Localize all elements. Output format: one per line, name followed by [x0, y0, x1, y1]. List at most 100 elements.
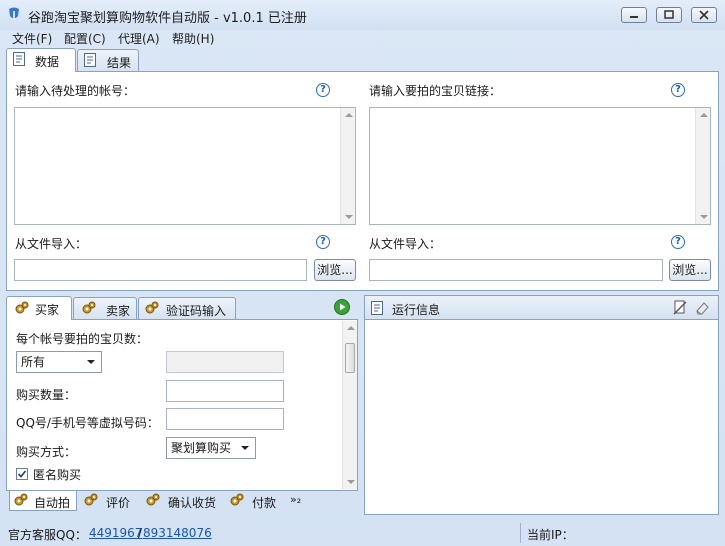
tab-captcha[interactable]: 验证码输入 — [138, 297, 236, 319]
import-label-left: 从文件导入： — [15, 237, 88, 251]
close-icon — [699, 10, 709, 20]
gear-icon — [84, 493, 98, 506]
document-icon — [13, 52, 25, 66]
purchase-method-label: 购买方式： — [16, 445, 77, 459]
tab-result[interactable]: 结果 — [77, 49, 139, 71]
tab-auto-buy[interactable]: 自动拍 — [9, 491, 77, 511]
anonymous-label: 匿名购买 — [33, 468, 82, 482]
document-icon — [84, 53, 96, 67]
accounts-textarea[interactable] — [14, 107, 356, 225]
import-file-input-right[interactable] — [369, 259, 663, 281]
gear-icon — [14, 493, 28, 506]
links-textarea[interactable] — [369, 107, 711, 225]
items-per-account-label: 每个帐号要拍的宝贝数： — [16, 332, 149, 346]
support-qq-link-2[interactable]: 893148076 — [143, 526, 212, 540]
tab-data[interactable]: 数据 — [6, 48, 76, 72]
buyer-panel: 每个帐号要拍的宝贝数： 所有 购买数量： QQ号/手机号等虚拟号码： 购买方式：… — [6, 319, 358, 491]
tab-result-label: 结果 — [107, 56, 132, 70]
menu-config[interactable]: 配置(C) — [64, 30, 106, 47]
items-per-account-value: 所有 — [21, 355, 46, 369]
support-qq-link-1[interactable]: 4491967 — [89, 526, 142, 540]
scroll-up-icon[interactable] — [345, 113, 353, 117]
support-qq-label: 官方客服QQ： — [8, 528, 87, 542]
minimize-icon — [630, 16, 638, 18]
items-count-input — [166, 351, 284, 373]
minimize-button[interactable] — [621, 7, 647, 23]
app-window: 谷跑淘宝聚划算购物软件自动版 - v1.0.1 已注册 文件(F) 配置(C) … — [0, 0, 725, 546]
menu-file[interactable]: 文件(F) — [12, 30, 52, 47]
menu-help[interactable]: 帮助(H) — [172, 30, 214, 47]
accounts-label: 请输入待处理的帐号： — [15, 84, 136, 98]
tab-payment-label: 付款 — [252, 496, 277, 510]
scrollbar[interactable] — [340, 108, 355, 224]
gear-icon — [145, 301, 159, 314]
gear-icon — [230, 493, 244, 506]
overflow-chevron-icon: »₂ — [290, 493, 302, 506]
import-file-input-left[interactable] — [14, 259, 307, 281]
scrollbar[interactable] — [695, 108, 710, 224]
tab-auto-buy-label: 自动拍 — [34, 496, 71, 510]
tab-seller-label: 卖家 — [106, 304, 131, 318]
run-info-title: 运行信息 — [392, 303, 441, 317]
import-label-right: 从文件导入： — [369, 237, 442, 251]
scroll-down-icon[interactable] — [347, 480, 355, 484]
scrollbar[interactable] — [342, 321, 357, 489]
scroll-down-icon[interactable] — [345, 215, 353, 219]
items-per-account-select[interactable]: 所有 — [16, 351, 102, 373]
scroll-down-icon[interactable] — [700, 215, 708, 219]
help-icon[interactable]: ? — [671, 83, 685, 97]
scroll-thumb[interactable] — [345, 343, 355, 373]
links-label: 请输入要拍的宝贝链接： — [369, 84, 502, 98]
data-panel: 请输入待处理的帐号： ? 请输入要拍的宝贝链接： ? 从文件导入： ? 从文件导… — [6, 71, 719, 291]
chevron-down-icon — [241, 446, 249, 450]
checkmark-icon — [17, 470, 27, 478]
browse-button-left[interactable]: 浏览... — [314, 259, 356, 281]
gear-icon — [146, 493, 160, 506]
help-icon[interactable]: ? — [671, 235, 685, 249]
anonymous-checkbox[interactable] — [16, 468, 28, 480]
maximize-button[interactable] — [656, 7, 682, 23]
chevron-down-icon — [87, 360, 95, 364]
tab-review-label: 评价 — [106, 496, 131, 510]
tab-captcha-label: 验证码输入 — [166, 304, 227, 318]
qq-input[interactable] — [166, 408, 284, 430]
tab-payment[interactable]: 付款 — [226, 491, 284, 511]
window-title: 谷跑淘宝聚划算购物软件自动版 - v1.0.1 已注册 — [28, 11, 307, 26]
purchase-method-value: 聚划算购买 — [171, 441, 232, 455]
quantity-input[interactable] — [166, 380, 284, 402]
gear-icon — [82, 301, 96, 314]
qq-label: QQ号/手机号等虚拟号码： — [16, 416, 159, 430]
tab-confirm-receipt-label: 确认收货 — [168, 496, 217, 510]
play-icon[interactable] — [334, 299, 350, 315]
gear-icon — [15, 301, 29, 314]
current-ip-label: 当前IP： — [527, 528, 574, 542]
tab-buyer-label: 买家 — [35, 303, 60, 317]
scroll-up-icon[interactable] — [347, 326, 355, 330]
help-icon[interactable]: ? — [316, 235, 330, 249]
tab-seller[interactable]: 卖家 — [73, 297, 137, 319]
title-bar: 谷跑淘宝聚划算购物软件自动版 - v1.0.1 已注册 — [0, 0, 725, 30]
status-bar: 官方客服QQ： 4491967 / 893148076 当前IP： — [0, 520, 725, 546]
eraser-icon[interactable] — [694, 300, 710, 316]
maximize-icon — [664, 10, 674, 19]
help-icon[interactable]: ? — [316, 83, 330, 97]
run-info-header: 运行信息 — [364, 295, 719, 320]
browse-button-right[interactable]: 浏览... — [669, 259, 711, 281]
status-divider — [520, 523, 521, 543]
tab-data-label: 数据 — [35, 55, 60, 69]
scroll-up-icon[interactable] — [700, 113, 708, 117]
qq-separator: / — [138, 526, 143, 540]
document-icon — [371, 301, 383, 315]
purchase-method-select[interactable]: 聚划算购买 — [166, 437, 256, 459]
close-button[interactable] — [691, 7, 717, 23]
app-logo-icon — [9, 7, 19, 20]
tab-confirm-receipt[interactable]: 确认收货 — [142, 491, 224, 511]
run-info-log — [364, 319, 719, 515]
menu-bar: 文件(F) 配置(C) 代理(A) 帮助(H) — [0, 30, 725, 46]
tab-buyer[interactable]: 买家 — [6, 296, 72, 320]
clear-log-icon[interactable] — [672, 300, 688, 316]
quantity-label: 购买数量： — [16, 388, 77, 402]
tab-overflow[interactable]: »₂ — [288, 491, 308, 511]
tab-review[interactable]: 评价 — [80, 491, 138, 511]
menu-proxy[interactable]: 代理(A) — [118, 30, 160, 47]
